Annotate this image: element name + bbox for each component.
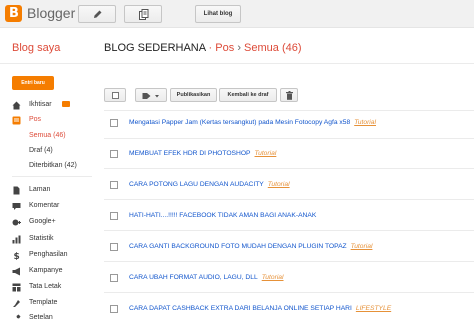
- pages-icon: [139, 9, 149, 20]
- post-title: CARA POTONG LAGU DENGAN AUDACITY: [129, 181, 264, 188]
- select-all-checkbox[interactable]: [104, 88, 126, 102]
- table-row[interactable]: CARA POTONG LAGU DENGAN AUDACITY Tutorial: [104, 178, 474, 192]
- sidebar-divider: [12, 176, 92, 177]
- post-title-link[interactable]: Mengatasi Papper Jam (Kertas tersangkut)…: [129, 117, 376, 128]
- sidebar-item-label: Kampanye: [29, 267, 63, 274]
- table-row[interactable]: Mengatasi Papper Jam (Kertas tersangkut)…: [104, 116, 474, 130]
- post-title-link[interactable]: CARA DAPAT CASHBACK EXTRA DARI BELANJA O…: [129, 303, 391, 314]
- posts-icon: [12, 116, 21, 125]
- posts-list-button[interactable]: [124, 5, 162, 23]
- megaphone-icon: [12, 267, 20, 276]
- post-tag[interactable]: Tutorial: [351, 243, 373, 250]
- post-tag[interactable]: Tutorial: [262, 274, 284, 281]
- table-row[interactable]: CARA DAPAT CASHBACK EXTRA DARI BELANJA O…: [104, 302, 474, 316]
- post-title-link[interactable]: CARA POTONG LAGU DENGAN AUDACITY Tutorial: [129, 179, 290, 190]
- row-checkbox[interactable]: [110, 305, 118, 313]
- post-title: CARA DAPAT CASHBACK EXTRA DARI BELANJA O…: [129, 305, 352, 312]
- template-icon: [13, 300, 20, 307]
- post-title: CARA UBAH FORMAT AUDIO, LAGU, DLL: [129, 274, 258, 281]
- stats-icon: [12, 235, 21, 244]
- row-checkbox[interactable]: [110, 243, 118, 251]
- notification-flag-icon: [62, 101, 70, 107]
- row-divider: [104, 261, 474, 262]
- row-checkbox[interactable]: [110, 119, 118, 127]
- row-divider: [104, 168, 474, 169]
- home-icon: [12, 101, 21, 110]
- post-tag[interactable]: Tutorial: [268, 181, 290, 188]
- breadcrumb: BLOG SEDERHANA · Pos › Semua (46): [104, 41, 302, 55]
- sidebar-item-label: Penghasilan: [29, 251, 68, 258]
- sidebar-sub-diterbitkan[interactable]: Diterbitkan (42): [29, 160, 77, 171]
- pencil-icon: [94, 10, 102, 18]
- layout-icon: [12, 283, 21, 292]
- comment-icon: [12, 203, 21, 210]
- post-title-link[interactable]: CARA GANTI BACKGROUND FOTO MUDAH DENGAN …: [129, 241, 372, 252]
- wrench-icon: [13, 314, 21, 322]
- table-row[interactable]: CARA GANTI BACKGROUND FOTO MUDAH DENGAN …: [104, 240, 474, 254]
- sidebar-item-label: Laman: [29, 186, 51, 193]
- new-post-pencil-button[interactable]: [78, 5, 116, 23]
- label-dropdown-button[interactable]: [135, 88, 167, 102]
- post-title-link[interactable]: HATI-HATI....!!!!! FACEBOOK TIDAK AMAN B…: [129, 210, 316, 221]
- table-row[interactable]: MEMBUAT EFEK HDR DI PHOTOSHOP Tutorial: [104, 147, 474, 161]
- row-divider: [104, 110, 474, 111]
- row-divider: [104, 230, 474, 231]
- brand-name[interactable]: Blogger: [27, 5, 75, 22]
- table-row[interactable]: CARA UBAH FORMAT AUDIO, LAGU, DLL Tutoria…: [104, 271, 474, 285]
- breadcrumb-chevron: ›: [237, 42, 241, 54]
- sidebar-sub-semua[interactable]: Semua (46): [29, 130, 66, 141]
- sidebar-item-label: Ikhtisar: [29, 101, 52, 108]
- row-divider: [104, 199, 474, 200]
- post-tag[interactable]: LIFESTYLE: [356, 305, 391, 312]
- row-checkbox[interactable]: [110, 181, 118, 189]
- trash-icon: [286, 91, 293, 100]
- post-title: CARA GANTI BACKGROUND FOTO MUDAH DENGAN …: [129, 243, 347, 250]
- publish-button[interactable]: Publikasikan: [170, 88, 217, 102]
- google-plus-icon: [12, 219, 21, 226]
- sidebar-sub-draf[interactable]: Draf (4): [29, 145, 53, 156]
- post-title: MEMBUAT EFEK HDR DI PHOTOSHOP: [129, 150, 251, 157]
- row-checkbox[interactable]: [110, 212, 118, 220]
- dollar-icon: $: [14, 252, 20, 260]
- sidebar-item-label: Setelan: [29, 314, 53, 321]
- logo-letter: B: [9, 6, 19, 21]
- blogger-logo-icon[interactable]: B: [5, 5, 22, 22]
- breadcrumb-section[interactable]: Pos: [215, 42, 234, 54]
- breadcrumb-blog-name[interactable]: BLOG SEDERHANA: [104, 42, 205, 54]
- row-divider: [104, 138, 474, 139]
- row-checkbox[interactable]: [110, 274, 118, 282]
- sidebar-item-label: Google+: [29, 218, 56, 225]
- sidebar-item-label: Pos: [29, 116, 42, 123]
- sidebar-item-label: Komentar: [29, 202, 60, 209]
- post-title-link[interactable]: MEMBUAT EFEK HDR DI PHOTOSHOP Tutorial: [129, 148, 276, 159]
- sidebar-item-label: Statistik: [29, 235, 54, 242]
- row-checkbox[interactable]: [110, 150, 118, 158]
- table-row[interactable]: HATI-HATI....!!!!! FACEBOOK TIDAK AMAN B…: [104, 209, 474, 223]
- breadcrumb-filter: Semua (46): [244, 42, 302, 54]
- svg-text:$: $: [14, 252, 20, 260]
- sidebar-item-label: Template: [29, 299, 58, 306]
- delete-button[interactable]: [280, 88, 298, 102]
- post-title: HATI-HATI....!!!!! FACEBOOK TIDAK AMAN B…: [129, 212, 317, 219]
- post-title-link[interactable]: CARA UBAH FORMAT AUDIO, LAGU, DLL Tutoria…: [129, 272, 284, 283]
- new-post-button[interactable]: Entri baru: [12, 76, 54, 90]
- breadcrumb-separator: ·: [208, 42, 213, 54]
- header-divider: [0, 63, 474, 64]
- post-tag[interactable]: Tutorial: [255, 150, 277, 157]
- top-bar: B Blogger Lihat blog: [0, 0, 474, 28]
- post-title: Mengatasi Papper Jam (Kertas tersangkut)…: [129, 119, 351, 126]
- revert-to-draft-button[interactable]: Kembali ke draf: [219, 88, 277, 102]
- label-tag-icon: [142, 93, 159, 99]
- row-divider: [104, 292, 474, 293]
- post-tag[interactable]: Tutorial: [354, 119, 376, 126]
- page-icon: [13, 186, 20, 195]
- sidebar-item-label: Tata Letak: [29, 283, 62, 290]
- checkbox-box: [112, 92, 119, 99]
- view-blog-button[interactable]: Lihat blog: [195, 5, 241, 23]
- my-blogs-link[interactable]: Blog saya: [12, 42, 60, 55]
